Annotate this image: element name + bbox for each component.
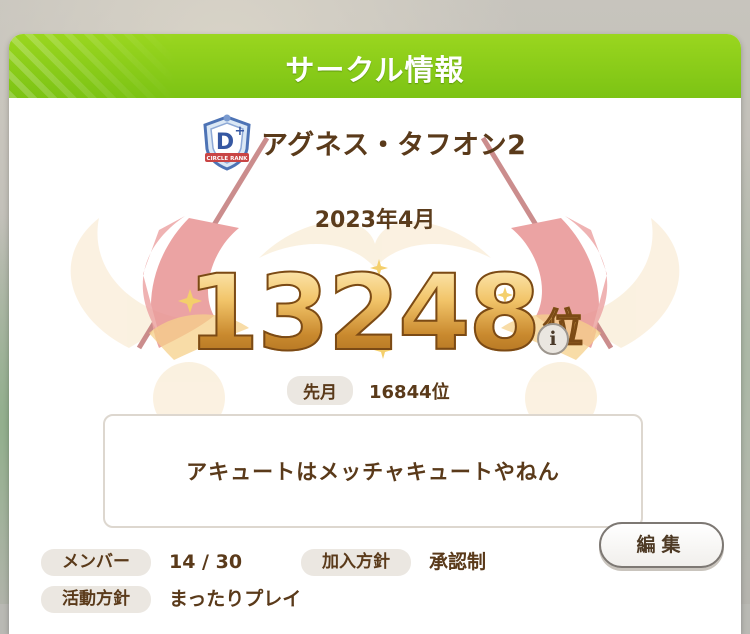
ranking-month: 2023年4月 xyxy=(314,208,436,233)
circle-comment: アキュートはメッチャキュートやねん xyxy=(186,460,560,484)
member-label: メンバー xyxy=(41,549,151,576)
svg-text:D: D xyxy=(216,130,234,155)
dialog-body: CIRCLE RANK D + アグネス・タフオン2 2023年4月 13248… xyxy=(9,98,741,634)
circle-name-row: CIRCLE RANK D + アグネス・タフオン2 xyxy=(199,112,526,172)
circle-name: アグネス・タフオン2 xyxy=(261,129,527,161)
activity-value: まったりプレイ xyxy=(169,588,302,610)
ranking-number: 13248 xyxy=(186,252,542,374)
circle-rank-badge: CIRCLE RANK D + xyxy=(199,113,255,171)
member-value: 14 / 30 xyxy=(169,551,243,573)
edit-button[interactable]: 編集 xyxy=(599,522,724,568)
circle-info-dialog: サークル情報 CIRCLE RANK D + アグネス・タフオン2 2023年4… xyxy=(9,34,741,634)
dialog-title: サークル情報 xyxy=(285,53,465,87)
previous-month-value: 16844位 xyxy=(369,381,450,403)
join-policy-label: 加入方針 xyxy=(301,549,411,576)
activity-label: 活動方針 xyxy=(41,586,151,613)
previous-month-label: 先月 xyxy=(287,376,353,405)
circle-comment-box: アキュートはメッチャキュートやねん xyxy=(103,414,643,528)
circle-ranking: 13248 位 xyxy=(186,248,584,374)
dialog-header: サークル情報 xyxy=(9,34,741,98)
svg-text:CIRCLE RANK: CIRCLE RANK xyxy=(207,156,249,162)
svg-text:+: + xyxy=(235,124,246,139)
previous-month-ranking: 先月 16844位 xyxy=(287,376,450,405)
info-icon[interactable]: i xyxy=(537,323,569,355)
shield-icon: CIRCLE RANK D + xyxy=(203,114,251,171)
join-policy-value: 承認制 xyxy=(429,551,487,573)
